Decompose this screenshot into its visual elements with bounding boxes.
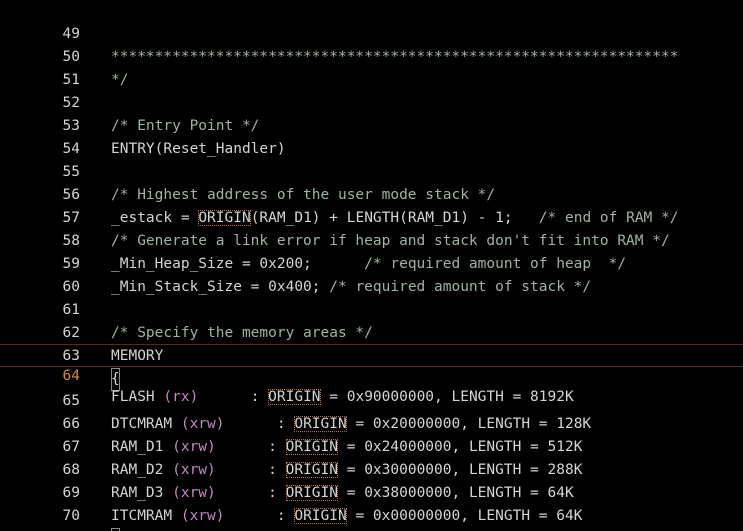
code-line[interactable]: 66 RAM_D1 (xrw) : ORIGIN = 0x24000000, L… bbox=[0, 390, 743, 455]
code-line[interactable]: 55 /* Highest address of the user mode s… bbox=[0, 138, 743, 203]
code-line[interactable]: 52 /* Entry Point */ bbox=[0, 69, 743, 134]
code-line[interactable]: 54 bbox=[0, 115, 743, 157]
code-line[interactable]: 58 _Min_Heap_Size = 0x200; /* required a… bbox=[0, 207, 743, 272]
code-line[interactable]: 67 RAM_D2 (xrw) : ORIGIN = 0x30000000, L… bbox=[0, 413, 743, 478]
code-editor[interactable]: 49 *************************************… bbox=[0, 0, 743, 531]
code-line[interactable]: 70 } bbox=[0, 482, 743, 531]
code-line[interactable]: 63 { bbox=[0, 322, 743, 391]
code-line[interactable]: 59 _Min_Stack_Size = 0x400; /* required … bbox=[0, 230, 743, 295]
code-line[interactable]: 53 ENTRY(Reset_Handler) bbox=[0, 92, 743, 157]
code-line[interactable]: 65 DTCMRAM (xrw) : ORIGIN = 0x20000000, … bbox=[0, 367, 743, 432]
code-line[interactable]: 57 /* Generate a link error if heap and … bbox=[0, 184, 743, 249]
code-line[interactable]: 50 */ bbox=[0, 23, 743, 88]
code-line[interactable]: 49 *************************************… bbox=[0, 0, 743, 65]
code-line-current[interactable]: 64 FLASH (rx) : ORIGIN = 0x90000000, LEN… bbox=[0, 344, 743, 405]
code-line[interactable]: 61 /* Specify the memory areas */ bbox=[0, 276, 743, 341]
code-line[interactable]: 51 bbox=[0, 46, 743, 88]
code-line[interactable]: 71 bbox=[0, 505, 743, 528]
code-line[interactable]: 60 bbox=[0, 253, 743, 295]
code-line[interactable]: 62 MEMORY bbox=[0, 299, 743, 364]
code-line[interactable]: 68 RAM_D3 (xrw) : ORIGIN = 0x38000000, L… bbox=[0, 436, 743, 501]
code-line[interactable]: 56 _estack = ORIGIN(RAM_D1) + LENGTH(RAM… bbox=[0, 161, 743, 226]
code-line[interactable]: 69 ITCMRAM (xrw) : ORIGIN = 0x00000000, … bbox=[0, 459, 743, 524]
